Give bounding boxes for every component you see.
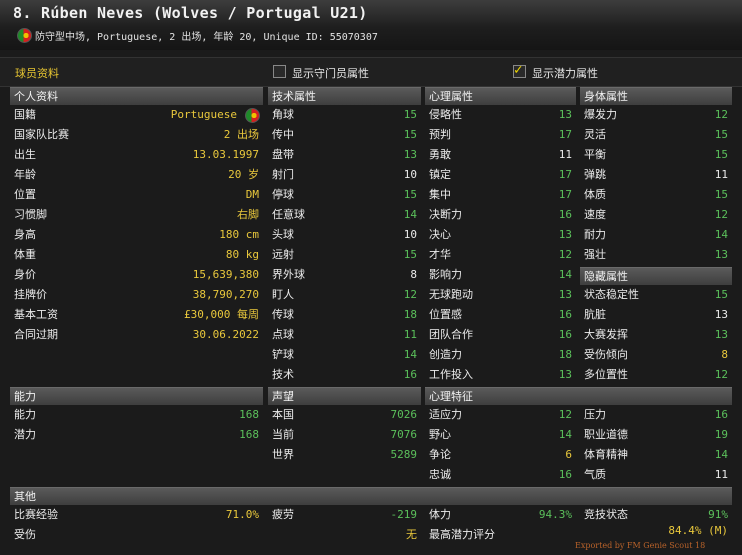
list-item: 预判 17 (429, 128, 572, 141)
list-item: 位置 DM (14, 188, 259, 201)
list-item: 本国 7026 (272, 408, 417, 421)
list-item: 团队合作 16 (429, 328, 572, 341)
list-item: 野心 14 (429, 428, 572, 441)
list-item: 灵活 15 (584, 128, 728, 141)
list-item: 传中 15 (272, 128, 417, 141)
list-item: 位置感 16 (429, 308, 572, 321)
list-item: 盘带 13 (272, 148, 417, 161)
list-item: 界外球 8 (272, 268, 417, 281)
list-item: 盯人 12 (272, 288, 417, 301)
list-item: 压力 16 (584, 408, 728, 421)
list-item: 决断力 16 (429, 208, 572, 221)
player-header: 8. Rúben Neves (Wolves / Portugal U21) 防… (0, 0, 742, 50)
list-item: 强壮 13 (584, 248, 728, 261)
list-item: 任意球 14 (272, 208, 417, 221)
list-item: 气质 11 (584, 468, 728, 481)
list-item: 镇定 17 (429, 168, 572, 181)
list-item: 体质 15 (584, 188, 728, 201)
list-item: 争论 6 (429, 448, 572, 461)
list-item: 忠诚 16 (429, 468, 572, 481)
list-item: 远射 15 (272, 248, 417, 261)
list-item: 点球 11 (272, 328, 417, 341)
list-item: 铲球 14 (272, 348, 417, 361)
list-item: 集中 17 (429, 188, 572, 201)
list-item: 潜力 168 (14, 428, 259, 441)
section-personal: 个人资料 (10, 87, 263, 105)
section-technical: 技术属性 (268, 87, 421, 105)
list-item: 世界 5289 (272, 448, 417, 461)
player-title: 8. Rúben Neves (Wolves / Portugal U21) (13, 4, 368, 22)
list-item: 侵略性 13 (429, 108, 572, 121)
export-watermark: Exported by FM Genie Scout 18 (575, 541, 706, 550)
list-item: 基本工资 £30,000 每周 (14, 308, 259, 321)
portugal-flag-icon (245, 108, 260, 123)
tab-player-profile[interactable]: 球员资料 (15, 65, 59, 81)
list-item: 才华 12 (429, 248, 572, 261)
section-mental: 心理属性 (425, 87, 576, 105)
portugal-flag-icon (17, 28, 32, 43)
list-item: 耐力 14 (584, 228, 728, 241)
list-item: 停球 15 (272, 188, 417, 201)
list-item: 弹跳 11 (584, 168, 728, 181)
list-item: 创造力 18 (429, 348, 572, 361)
match-experience-row: 比赛经验 71.0% (14, 508, 259, 521)
list-item: 传球 18 (272, 308, 417, 321)
list-item: 勇敢 11 (429, 148, 572, 161)
section-ability: 能力 (10, 387, 263, 405)
list-item: 多位置性 12 (584, 368, 728, 381)
list-item: 头球 10 (272, 228, 417, 241)
list-item: 身价 15,639,380 (14, 268, 259, 281)
list-item: 适应力 12 (429, 408, 572, 421)
show-potential-label[interactable]: 显示潜力属性 (532, 65, 598, 81)
list-item: 习惯脚 右脚 (14, 208, 259, 221)
list-item: 合同过期 30.06.2022 (14, 328, 259, 341)
list-item: 身高 180 cm (14, 228, 259, 241)
fatigue-row: 疲劳 -219 (272, 508, 417, 521)
list-item: 速度 12 (584, 208, 728, 221)
list-item: 无球跑动 13 (429, 288, 572, 301)
list-item: 能力 168 (14, 408, 259, 421)
list-item: 当前 7076 (272, 428, 417, 441)
list-item: 平衡 15 (584, 148, 728, 161)
section-other: 其他 (10, 487, 732, 505)
list-item: 体育精神 14 (584, 448, 728, 461)
options-bar: 球员资料 显示守门员属性 ✓ 显示潜力属性 (0, 57, 742, 87)
list-item: 职业道德 19 (584, 428, 728, 441)
show-gk-checkbox[interactable] (273, 65, 286, 78)
list-item: 肮脏 13 (584, 308, 728, 321)
list-item: 出生 13.03.1997 (14, 148, 259, 161)
list-item: 年龄 20 岁 (14, 168, 259, 181)
list-item: 挂牌价 38,790,270 (14, 288, 259, 301)
show-gk-label[interactable]: 显示守门员属性 (292, 65, 369, 81)
list-item: 决心 13 (429, 228, 572, 241)
section-traits: 心理特征 (425, 387, 732, 405)
list-item: 状态稳定性 15 (584, 288, 728, 301)
list-item: 大赛发挥 13 (584, 328, 728, 341)
list-item: 工作投入 13 (429, 368, 572, 381)
list-item: 受伤倾向 8 (584, 348, 728, 361)
list-item: 角球 15 (272, 108, 417, 121)
list-item: 射门 10 (272, 168, 417, 181)
list-item: 国家队比赛 2 出场 (14, 128, 259, 141)
list-item: 影响力 14 (429, 268, 572, 281)
section-hidden: 隐藏属性 (580, 267, 732, 285)
checkmark-icon: ✓ (514, 62, 523, 78)
list-item: 技术 16 (272, 368, 417, 381)
list-item: 体重 80 kg (14, 248, 259, 261)
injury-row: 受伤无 (14, 528, 417, 541)
condition-row: 体力 94.3% (429, 508, 572, 521)
section-physical: 身体属性 (580, 87, 732, 105)
section-reputation: 声望 (268, 387, 421, 405)
show-potential-checkbox[interactable]: ✓ (513, 62, 526, 78)
list-item: 国籍 Portuguese (10, 105, 263, 125)
list-item: 爆发力 12 (584, 108, 728, 121)
player-subtitle: 防守型中场, Portuguese, 2 出场, 年龄 20, Unique I… (35, 32, 378, 43)
